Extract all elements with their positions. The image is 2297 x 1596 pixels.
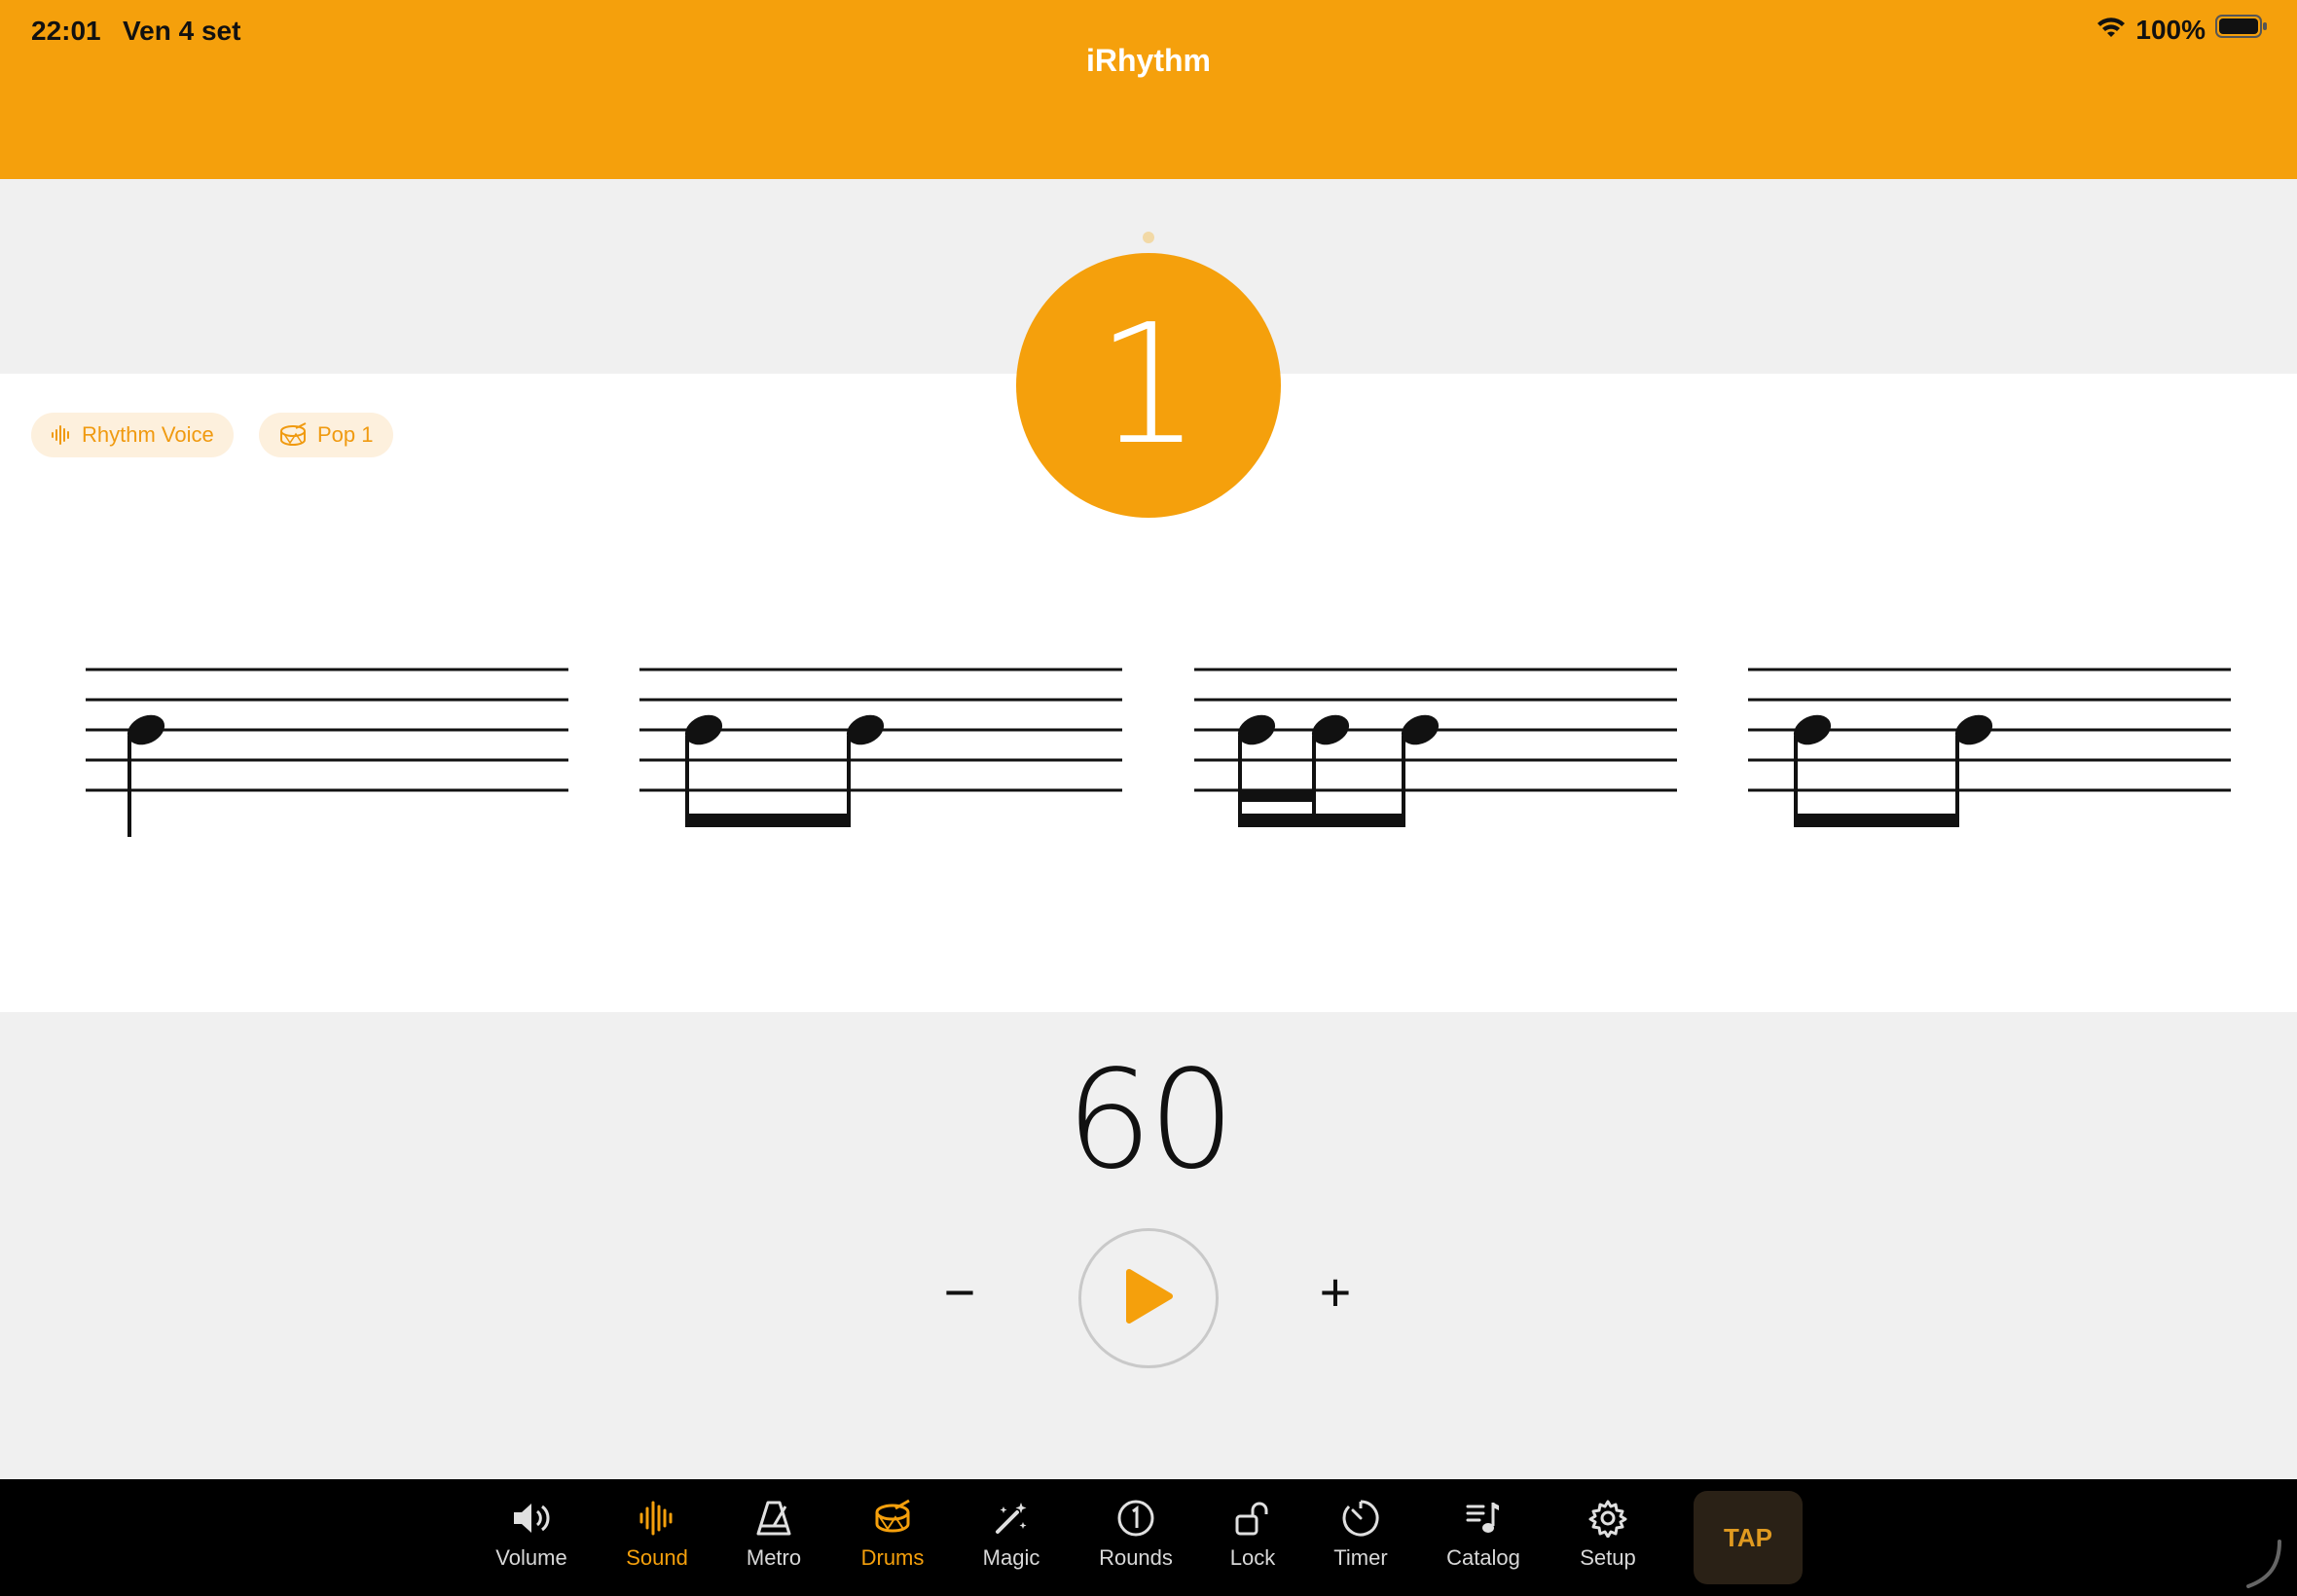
staff-measure-1 [86, 668, 568, 837]
tempo-increase-button[interactable]: + [1308, 1265, 1363, 1320]
tap-tempo-button[interactable]: TAP [1694, 1491, 1803, 1584]
drum-icon [872, 1497, 913, 1540]
tab-label: Metro [746, 1545, 802, 1570]
beat-number: 1 [1095, 289, 1202, 482]
chip-label: Pop 1 [317, 422, 374, 447]
eighth-notes-pair [684, 714, 885, 827]
quarter-note [127, 714, 165, 837]
tab-sound[interactable]: Sound [603, 1497, 711, 1571]
tab-label: Catalog [1446, 1545, 1520, 1570]
beat-indicator-dot [1143, 232, 1154, 243]
beat-counter[interactable]: 1 [1016, 253, 1281, 518]
rhythm-voice-chip[interactable]: Rhythm Voice [31, 413, 234, 457]
tab-label: Setup [1580, 1545, 1636, 1570]
tab-label: Sound [626, 1545, 688, 1570]
staff-measure-4 [1748, 668, 2231, 827]
tab-label: Drums [860, 1545, 925, 1570]
battery-percent: 100% [2135, 14, 2206, 45]
unlock-icon [1233, 1497, 1272, 1540]
tab-catalog[interactable]: Catalog [1430, 1497, 1537, 1571]
tempo-bpm-display[interactable]: 60 [0, 1041, 2297, 1200]
speaker-icon [510, 1497, 553, 1540]
tab-lock[interactable]: Lock [1199, 1497, 1306, 1571]
play-button[interactable] [1078, 1228, 1219, 1368]
gear-icon [1588, 1497, 1627, 1540]
tab-magic[interactable]: Magic [958, 1497, 1065, 1571]
drum-icon [278, 422, 308, 448]
tab-label: Volume [495, 1545, 567, 1570]
resize-handle-icon [2246, 1540, 2281, 1588]
tab-label: Rounds [1099, 1545, 1173, 1570]
wifi-icon [2096, 15, 2126, 46]
eighth-notes-pair [1793, 714, 1993, 827]
magic-wand-icon [992, 1497, 1031, 1540]
chip-label: Rhythm Voice [82, 422, 214, 447]
timer-icon [1341, 1497, 1380, 1540]
tab-timer[interactable]: Timer [1307, 1497, 1414, 1571]
app-header: 22:01 Ven 4 set 100% iRhythm [0, 0, 2297, 179]
tab-metro[interactable]: Metro [720, 1497, 827, 1571]
tab-rounds[interactable]: Rounds [1082, 1497, 1189, 1571]
play-icon [1123, 1268, 1174, 1329]
staff-measure-3 [1194, 668, 1677, 827]
tab-setup[interactable]: Setup [1554, 1497, 1661, 1571]
rounds-icon [1116, 1497, 1155, 1540]
tab-volume[interactable]: Volume [478, 1497, 585, 1571]
drum-style-chip[interactable]: Pop 1 [259, 413, 393, 457]
tab-label: Lock [1229, 1545, 1276, 1570]
tempo-decrease-button[interactable]: − [932, 1265, 987, 1320]
tab-label: Magic [982, 1545, 1040, 1570]
staff-measure-2 [639, 668, 1122, 827]
sixteenth-sixteenth-eighth-notes [1237, 714, 1440, 827]
waveform-icon [51, 424, 72, 446]
catalog-icon [1464, 1497, 1503, 1540]
status-indicators: 100% [2096, 14, 2268, 46]
metronome-icon [754, 1497, 793, 1540]
tab-drums[interactable]: Drums [839, 1497, 946, 1571]
app-title: iRhythm [1086, 43, 1211, 78]
battery-icon [2215, 14, 2268, 46]
tab-label: Timer [1333, 1545, 1388, 1570]
waveform-icon [638, 1497, 676, 1540]
